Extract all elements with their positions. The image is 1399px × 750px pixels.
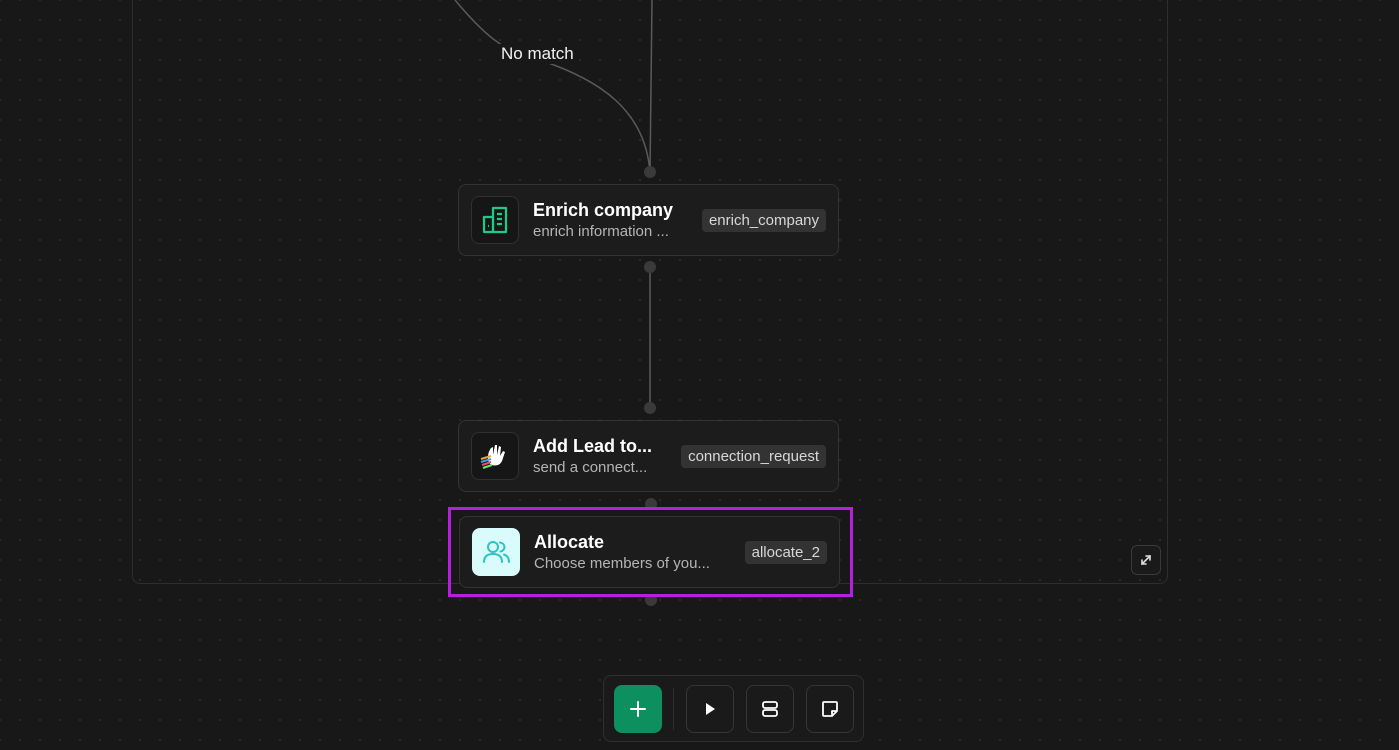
building-icon: [471, 196, 519, 244]
node-subtitle: enrich information ...: [533, 223, 669, 240]
node-title: Enrich company: [533, 200, 674, 220]
run-button[interactable]: [686, 685, 734, 733]
layout-icon: [762, 701, 778, 717]
expand-icon: [1141, 555, 1151, 565]
node-subtitle: Choose members of you...: [534, 555, 710, 572]
layout-button[interactable]: [746, 685, 794, 733]
group-container: [132, 0, 1168, 584]
waving-hand-icon: [471, 432, 519, 480]
workflow-canvas[interactable]: No match Enrich company enrich informati…: [0, 0, 1399, 750]
node-id-badge: allocate_2: [744, 540, 827, 564]
node-add-lead[interactable]: Add Lead to... send a connect... connect…: [458, 420, 839, 492]
enrich-output-handle[interactable]: [644, 261, 656, 273]
node-enrich-company[interactable]: Enrich company enrich information ... en…: [458, 184, 839, 256]
node-allocate[interactable]: Allocate Choose members of you... alloca…: [459, 516, 840, 588]
sticky-note-icon: [822, 701, 838, 717]
node-subtitle: send a connect...: [533, 459, 648, 476]
canvas-toolbar: [603, 675, 864, 742]
node-id-badge: enrich_company: [701, 208, 826, 232]
add-lead-output-handle[interactable]: [645, 498, 657, 510]
edge-label-no-match: No match: [499, 44, 576, 64]
plus-icon: [630, 701, 646, 717]
node-title: Add Lead to...: [533, 436, 652, 456]
node-id-badge: connection_request: [681, 444, 826, 468]
play-icon: [706, 703, 715, 715]
add-node-button[interactable]: [614, 685, 662, 733]
toolbar-divider: [673, 688, 674, 730]
node-title: Allocate: [534, 532, 605, 552]
add-lead-input-handle[interactable]: [644, 402, 656, 414]
enrich-input-handle[interactable]: [644, 166, 656, 178]
sticky-note-button[interactable]: [806, 685, 854, 733]
users-icon: [472, 528, 520, 576]
expand-button[interactable]: [1131, 545, 1161, 575]
allocate-output-handle[interactable]: [645, 594, 657, 606]
